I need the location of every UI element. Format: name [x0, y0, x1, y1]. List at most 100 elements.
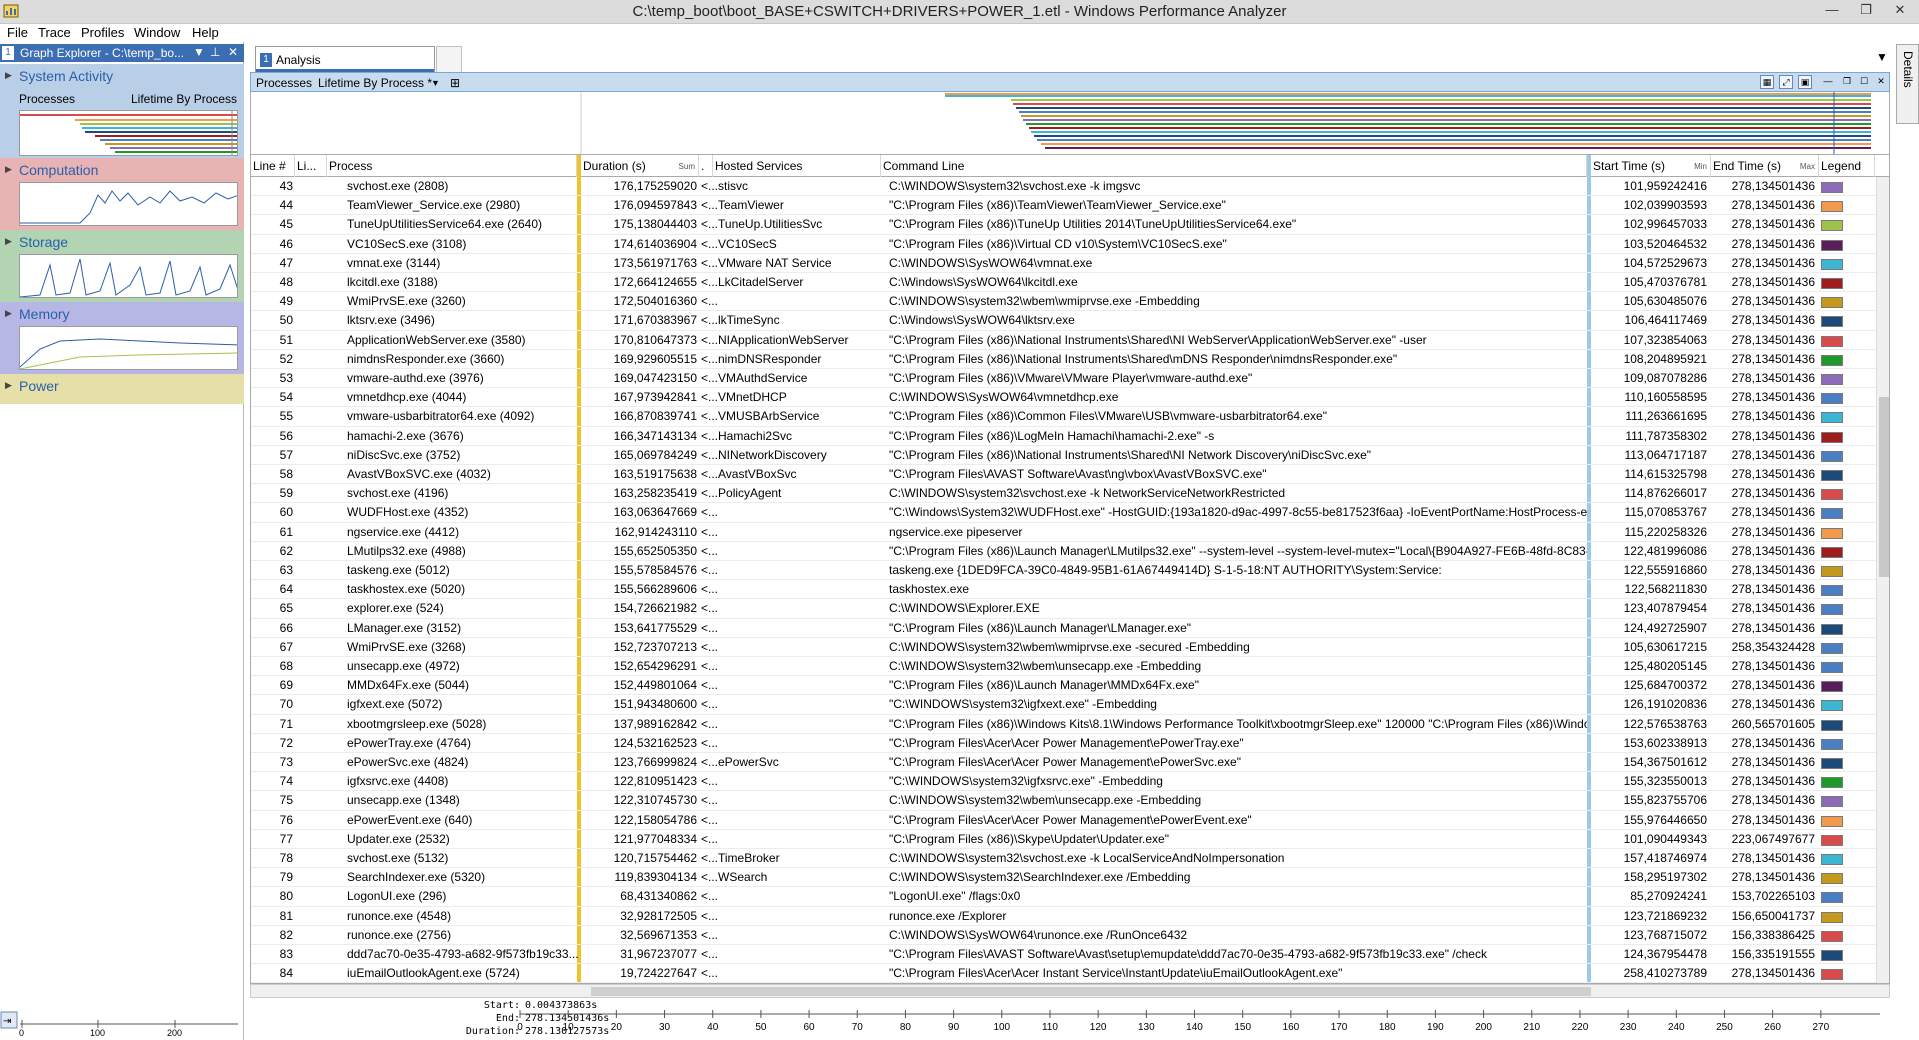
legend-swatch[interactable]	[1821, 623, 1843, 635]
expand-arrow-icon[interactable]: ▶	[5, 236, 12, 247]
table-row[interactable]: 61 ngservice.exe (4412) 162,914243110 <... n…	[251, 523, 1889, 542]
table-row[interactable]: 78 svchost.exe (5132) 120,715754462 <...Tim…	[251, 849, 1889, 869]
table-row[interactable]: 59 svchost.exe (4196) 163,258235419 <...Pol…	[251, 484, 1889, 504]
category-memory[interactable]: ▶ Memory	[0, 302, 244, 374]
legend-swatch[interactable]	[1821, 930, 1843, 942]
view-close-icon[interactable]: ✕	[1874, 75, 1888, 89]
table-row[interactable]: 72 ePowerTray.exe (4764) 124,532162523 <...…	[251, 734, 1889, 753]
legend-swatch[interactable]	[1821, 278, 1843, 289]
table-row[interactable]: 50 lktsrv.exe (3496) 171,670383967 <...lkTi…	[251, 311, 1889, 331]
column-header-hosted-services[interactable]: Hosted Services	[713, 155, 881, 177]
column-header-start-time[interactable]: Start Time (s) Min	[1591, 155, 1711, 177]
table-row[interactable]: 52 nimdnsResponder.exe (3660) 169,92960551…	[251, 350, 1889, 369]
table-row[interactable]: 60 WUDFHost.exe (4352) 163,063647669 <... "C…	[251, 503, 1889, 523]
menu-profiles[interactable]: Profiles	[81, 25, 124, 40]
table-row[interactable]: 62 LMutilps32.exe (4988) 155,652505350 <...…	[251, 542, 1889, 561]
legend-swatch[interactable]	[1821, 738, 1843, 750]
table-row[interactable]: 48 lkcitdl.exe (3188) 172,664124655 <...LkC…	[251, 273, 1889, 293]
legend-swatch[interactable]	[1821, 834, 1843, 846]
vertical-scroll-thumb[interactable]	[1879, 397, 1889, 577]
legend-swatch[interactable]	[1821, 431, 1843, 443]
legend-swatch[interactable]	[1821, 969, 1843, 981]
tab-analysis[interactable]: 1 Analysis	[255, 46, 435, 72]
legend-swatch[interactable]	[1821, 393, 1843, 405]
graph-only-view-icon[interactable]: ⤢	[1779, 75, 1793, 89]
category-system-activity[interactable]: ▶ System Activity Processes Lifetime By …	[0, 64, 244, 158]
legend-swatch[interactable]	[1821, 508, 1843, 520]
expand-arrow-icon[interactable]: ▶	[5, 164, 12, 175]
table-row[interactable]: 44 TeamViewer_Service.exe (2980) 176,09459…	[251, 196, 1889, 216]
legend-swatch[interactable]	[1821, 854, 1843, 865]
thumbnail-memory[interactable]	[19, 326, 238, 370]
table-row[interactable]: 63 taskeng.exe (5012) 155,578584576 <... tas…	[251, 561, 1889, 581]
table-vertical-scrollbar[interactable]	[1876, 177, 1889, 983]
close-window-button[interactable]: ✕	[1883, 0, 1917, 22]
table-row[interactable]: 81 runonce.exe (4548) 32,928172505 <... runo…	[251, 907, 1889, 926]
lifetime-graph[interactable]	[250, 92, 1890, 154]
table-row[interactable]: 66 LManager.exe (3152) 153,641775529 <... "C…	[251, 619, 1889, 638]
table-row[interactable]: 74 igfxsrvc.exe (4408) 122,810951423 <... "C…	[251, 772, 1889, 792]
table-row[interactable]: 67 WmiPrvSE.exe (3268) 152,723707213 <... C:…	[251, 638, 1889, 657]
restore-button[interactable]: ❐	[1849, 0, 1883, 22]
table-row[interactable]: 70 igfxext.exe (5072) 151,943480600 <... "C:…	[251, 695, 1889, 715]
legend-swatch[interactable]	[1821, 201, 1843, 213]
legend-swatch[interactable]	[1821, 950, 1843, 961]
legend-swatch[interactable]	[1821, 566, 1843, 577]
legend-swatch[interactable]	[1821, 662, 1843, 673]
column-header-legend[interactable]: Legend	[1819, 155, 1875, 177]
table-row[interactable]: 83 ddd7ac70-0e35-4793-a682-9f573fb19c33..…	[251, 945, 1889, 965]
details-side-tab[interactable]: Details	[1896, 44, 1919, 124]
table-row[interactable]: 64 taskhostex.exe (5020) 155,566289606 <...…	[251, 580, 1889, 600]
table-row[interactable]: 57 niDiscSvc.exe (3752) 165,069784249 <...N…	[251, 446, 1889, 465]
column-header-li[interactable]: Li...	[295, 155, 327, 177]
table-row[interactable]: 71 xbootmgrsleep.exe (5028) 137,989162842 <…	[251, 715, 1889, 734]
legend-swatch[interactable]	[1821, 239, 1843, 251]
view-graph-name[interactable]: Processes	[256, 76, 312, 90]
legend-swatch[interactable]	[1821, 374, 1843, 385]
column-header-command-line[interactable]: Command Line	[881, 155, 1587, 177]
expand-arrow-icon[interactable]: ▶	[5, 70, 12, 81]
column-chooser-icon[interactable]: ⊞	[450, 76, 460, 90]
category-computation[interactable]: ▶ Computation	[0, 158, 244, 230]
thumbnail-computation[interactable]	[19, 182, 238, 226]
table-row[interactable]: 79 SearchIndexer.exe (5320) 119,839304134 <…	[251, 868, 1889, 888]
column-header-end-time[interactable]: End Time (s) Max	[1711, 155, 1819, 177]
view-minimize-icon[interactable]: —	[1821, 75, 1835, 89]
legend-swatch[interactable]	[1821, 412, 1843, 424]
table-row[interactable]: 77 Updater.exe (2532) 121,977048334 <... "C:…	[251, 830, 1889, 849]
panel-close-icon[interactable]: ✕	[228, 45, 238, 59]
table-row[interactable]: 80 LogonUI.exe (296) 68,431340862 <... "Logo…	[251, 887, 1889, 907]
legend-swatch[interactable]	[1821, 758, 1843, 769]
menu-help[interactable]: Help	[192, 25, 219, 40]
table-row[interactable]: 58 AvastVBoxSVC.exe (4032) 163,519175638 <.…	[251, 465, 1889, 485]
menu-trace[interactable]: Trace	[38, 25, 71, 40]
legend-swatch[interactable]	[1821, 719, 1843, 731]
legend-swatch[interactable]	[1821, 489, 1843, 501]
column-header-dots[interactable]: .	[699, 155, 713, 177]
table-row[interactable]: 75 unsecapp.exe (1348) 122,310745730 <... C:…	[251, 791, 1889, 811]
table-row[interactable]: 46 VC10SecS.exe (3108) 174,614036904 <...VC…	[251, 235, 1889, 254]
legend-swatch[interactable]	[1821, 873, 1843, 885]
column-header-duration[interactable]: Duration (s) Sum	[581, 155, 699, 177]
table-row[interactable]: 68 unsecapp.exe (4972) 152,654296291 <... C:…	[251, 657, 1889, 677]
tab-overflow-icon[interactable]: ▼	[1876, 50, 1888, 64]
legend-swatch[interactable]	[1821, 911, 1843, 923]
legend-swatch[interactable]	[1821, 470, 1843, 481]
legend-swatch[interactable]	[1821, 220, 1843, 232]
legend-swatch[interactable]	[1821, 182, 1843, 193]
legend-swatch[interactable]	[1821, 585, 1843, 597]
table-row[interactable]: 49 WmiPrvSE.exe (3260) 172,504016360 <... C:…	[251, 292, 1889, 312]
horizontal-scroll-thumb[interactable]	[591, 987, 1591, 996]
table-row[interactable]: 43 svchost.exe (2808) 176,175259020 <...sti…	[251, 177, 1889, 197]
legend-swatch[interactable]	[1821, 258, 1843, 270]
legend-swatch[interactable]	[1821, 546, 1843, 558]
expand-arrow-icon[interactable]: ▶	[5, 308, 12, 319]
category-storage[interactable]: ▶ Storage	[0, 230, 244, 302]
table-row[interactable]: 53 vmware-authd.exe (3976) 169,047423150 <.…	[251, 369, 1889, 389]
legend-swatch[interactable]	[1821, 335, 1843, 347]
legend-swatch[interactable]	[1821, 642, 1843, 654]
view-maximize-icon[interactable]: ☐	[1857, 75, 1871, 89]
legend-swatch[interactable]	[1821, 450, 1843, 462]
legend-swatch[interactable]	[1821, 604, 1843, 616]
expand-arrow-icon[interactable]: ▶	[5, 380, 12, 391]
